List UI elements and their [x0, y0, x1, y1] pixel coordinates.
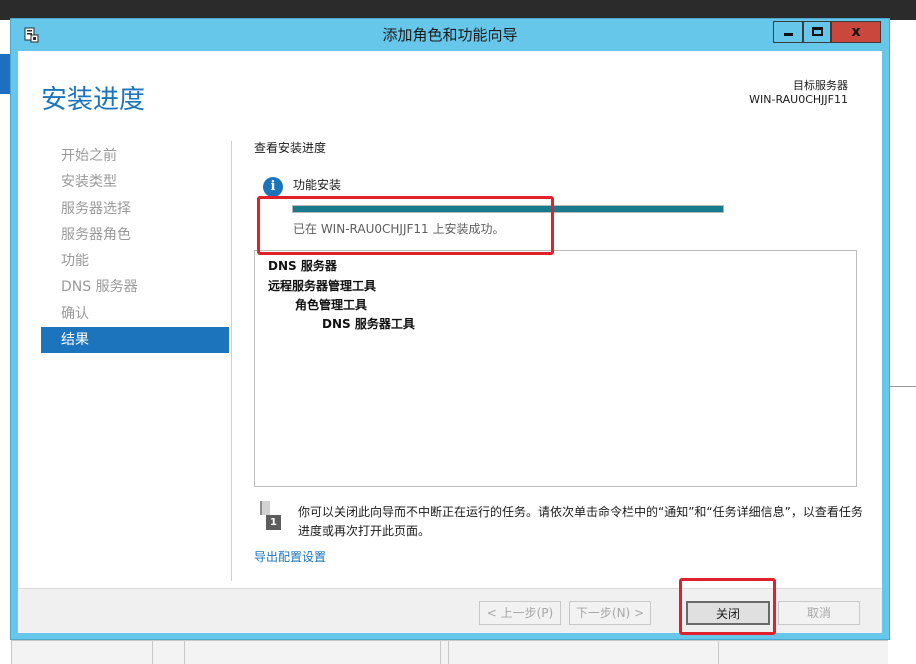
feature-install-label: 功能安装: [293, 178, 342, 192]
annotation-highlight-status: [257, 196, 554, 255]
next-button[interactable]: 下一步(N) >: [569, 601, 651, 625]
maximize-icon: [812, 27, 823, 36]
results-list[interactable]: DNS 服务器 远程服务器管理工具 角色管理工具 DNS 服务器工具: [254, 250, 857, 487]
info-icon: i: [263, 177, 283, 197]
result-item-dns-tools: DNS 服务器工具: [322, 317, 415, 331]
nav-item-server-selection[interactable]: 服务器选择: [41, 196, 229, 222]
section-label: 查看安装进度: [254, 141, 327, 155]
target-server: 目标服务器 WIN-RAU0CHJJF11: [749, 79, 848, 107]
nav-item-before-you-begin[interactable]: 开始之前: [41, 143, 229, 169]
page-title: 安装进度: [41, 85, 146, 115]
desktop-top-bar: [0, 0, 916, 20]
nav-item-dns-server[interactable]: DNS 服务器: [41, 274, 229, 300]
window-title: 添加角色和功能向导: [382, 26, 518, 44]
maximize-button[interactable]: [803, 21, 831, 43]
export-config-link[interactable]: 导出配置设置: [254, 548, 326, 565]
cancel-button[interactable]: 取消: [778, 601, 860, 625]
nav-item-confirmation[interactable]: 确认: [41, 301, 229, 327]
minimize-icon: [784, 33, 793, 36]
target-server-label: 目标服务器: [793, 79, 848, 92]
desktop-bottom-panel: [12, 640, 888, 664]
close-window-button[interactable]: x: [831, 21, 881, 43]
note-text: 你可以关闭此向导而不中断正在运行的任务。请依次单击命令栏中的“通知”和“任务详细…: [298, 505, 863, 538]
result-item-role-admin-tools: 角色管理工具: [295, 298, 368, 312]
nav-item-installation-type[interactable]: 安装类型: [41, 169, 229, 195]
minimize-button[interactable]: [773, 21, 803, 43]
annotation-highlight-close: [679, 578, 776, 635]
target-server-name: WIN-RAU0CHJJF11: [749, 93, 848, 106]
notification-flag-icon: 1: [259, 501, 281, 531]
wizard-window: 添加角色和功能向导 x 安装进度 目标服务器 WIN-RAU0CHJJF11 开…: [10, 18, 890, 640]
title-bar[interactable]: 添加角色和功能向导 x: [11, 19, 889, 51]
nav-item-server-roles[interactable]: 服务器角色: [41, 222, 229, 248]
desktop-right-panel: [888, 20, 916, 664]
nav-item-features[interactable]: 功能: [41, 248, 229, 274]
close-icon: x: [851, 24, 861, 40]
result-item-rsat: 远程服务器管理工具: [268, 279, 377, 293]
nav-divider: [231, 141, 232, 581]
wizard-nav: 开始之前 安装类型 服务器选择 服务器角色 功能 DNS 服务器 确认 结果: [41, 143, 229, 354]
nav-item-results[interactable]: 结果: [41, 327, 229, 354]
previous-button[interactable]: < 上一步(P): [479, 601, 561, 625]
wizard-client-area: 安装进度 目标服务器 WIN-RAU0CHJJF11 开始之前 安装类型 服务器…: [18, 51, 882, 635]
result-item-dns-server: DNS 服务器: [268, 259, 337, 273]
